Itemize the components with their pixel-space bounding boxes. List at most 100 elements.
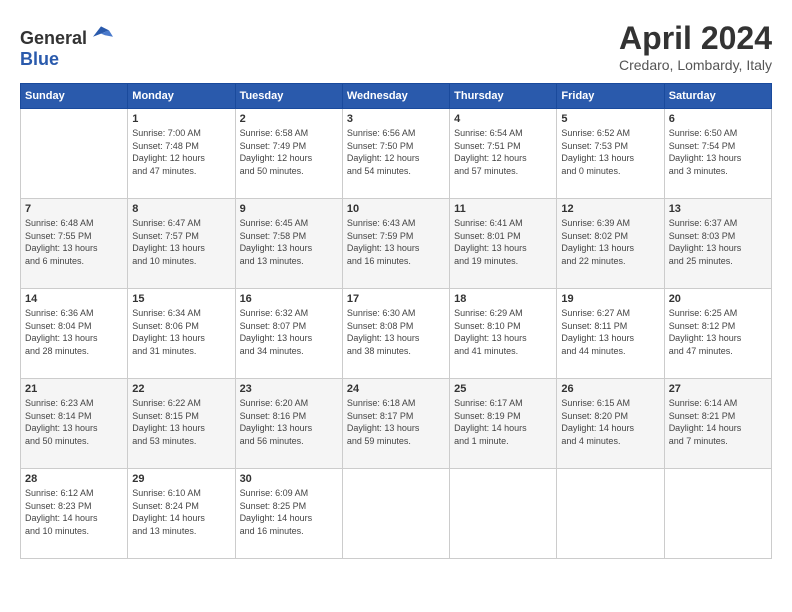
day-info: Sunrise: 6:41 AM Sunset: 8:01 PM Dayligh… (454, 217, 552, 267)
day-info: Sunrise: 6:15 AM Sunset: 8:20 PM Dayligh… (561, 397, 659, 447)
day-info: Sunrise: 6:30 AM Sunset: 8:08 PM Dayligh… (347, 307, 445, 357)
calendar-cell: 6 Sunrise: 6:50 AM Sunset: 7:54 PM Daylig… (664, 109, 771, 199)
month-title: April 2024 (619, 20, 772, 57)
day-info: Sunrise: 6:47 AM Sunset: 7:57 PM Dayligh… (132, 217, 230, 267)
calendar-cell: 20 Sunrise: 6:25 AM Sunset: 8:12 PM Dayli… (664, 289, 771, 379)
calendar-cell: 22Sunrise: 6:22 AM Sunset: 8:15 PM Dayli… (128, 379, 235, 469)
calendar-week-row: 1 Sunrise: 7:00 AM Sunset: 7:48 PM Daylig… (21, 109, 772, 199)
calendar-cell: 2 Sunrise: 6:58 AM Sunset: 7:49 PM Daylig… (235, 109, 342, 199)
day-info: Sunrise: 6:23 AM Sunset: 8:14 PM Dayligh… (25, 397, 123, 447)
calendar-cell: 8Sunrise: 6:47 AM Sunset: 7:57 PM Daylig… (128, 199, 235, 289)
calendar-cell: 27Sunrise: 6:14 AM Sunset: 8:21 PM Dayli… (664, 379, 771, 469)
day-number: 12 (561, 203, 659, 215)
day-info: Sunrise: 6:25 AM Sunset: 8:12 PM Dayligh… (669, 307, 767, 357)
calendar-cell: 11 Sunrise: 6:41 AM Sunset: 8:01 PM Dayli… (450, 199, 557, 289)
logo-general-text: General (20, 28, 87, 48)
day-info: Sunrise: 6:29 AM Sunset: 8:10 PM Dayligh… (454, 307, 552, 357)
day-number: 14 (25, 293, 123, 305)
day-number: 28 (25, 473, 123, 485)
day-number: 4 (454, 113, 552, 125)
calendar-cell (664, 469, 771, 559)
day-info: Sunrise: 6:37 AM Sunset: 8:03 PM Dayligh… (669, 217, 767, 267)
calendar-table: SundayMondayTuesdayWednesdayThursdayFrid… (20, 83, 772, 559)
day-number: 17 (347, 293, 445, 305)
calendar-cell (450, 469, 557, 559)
calendar-cell: 29 Sunrise: 6:10 AM Sunset: 8:24 PM Dayli… (128, 469, 235, 559)
day-number: 18 (454, 293, 552, 305)
day-info: Sunrise: 6:20 AM Sunset: 8:16 PM Dayligh… (240, 397, 338, 447)
calendar-cell: 13 Sunrise: 6:37 AM Sunset: 8:03 PM Dayli… (664, 199, 771, 289)
calendar-cell: 1 Sunrise: 7:00 AM Sunset: 7:48 PM Daylig… (128, 109, 235, 199)
weekday-header-wednesday: Wednesday (342, 84, 449, 109)
day-number: 22 (132, 383, 230, 395)
weekday-header-saturday: Saturday (664, 84, 771, 109)
day-number: 19 (561, 293, 659, 305)
page-header: General Blue April 2024 Credaro, Lombard… (20, 20, 772, 73)
calendar-cell: 16Sunrise: 6:32 AM Sunset: 8:07 PM Dayli… (235, 289, 342, 379)
calendar-cell (342, 469, 449, 559)
day-info: Sunrise: 6:39 AM Sunset: 8:02 PM Dayligh… (561, 217, 659, 267)
day-number: 23 (240, 383, 338, 395)
calendar-cell: 30Sunrise: 6:09 AM Sunset: 8:25 PM Dayli… (235, 469, 342, 559)
day-info: Sunrise: 6:34 AM Sunset: 8:06 PM Dayligh… (132, 307, 230, 357)
calendar-cell: 5 Sunrise: 6:52 AM Sunset: 7:53 PM Daylig… (557, 109, 664, 199)
day-info: Sunrise: 6:14 AM Sunset: 8:21 PM Dayligh… (669, 397, 767, 447)
logo-blue-text: Blue (20, 49, 59, 69)
weekday-header-monday: Monday (128, 84, 235, 109)
day-number: 20 (669, 293, 767, 305)
calendar-cell: 15 Sunrise: 6:34 AM Sunset: 8:06 PM Dayli… (128, 289, 235, 379)
calendar-cell: 4Sunrise: 6:54 AM Sunset: 7:51 PM Daylig… (450, 109, 557, 199)
day-number: 13 (669, 203, 767, 215)
day-number: 9 (240, 203, 338, 215)
day-info: Sunrise: 6:10 AM Sunset: 8:24 PM Dayligh… (132, 487, 230, 537)
weekday-header-tuesday: Tuesday (235, 84, 342, 109)
day-info: Sunrise: 6:27 AM Sunset: 8:11 PM Dayligh… (561, 307, 659, 357)
weekday-header-sunday: Sunday (21, 84, 128, 109)
day-number: 5 (561, 113, 659, 125)
day-info: Sunrise: 6:52 AM Sunset: 7:53 PM Dayligh… (561, 127, 659, 177)
day-info: Sunrise: 6:36 AM Sunset: 8:04 PM Dayligh… (25, 307, 123, 357)
day-number: 29 (132, 473, 230, 485)
day-info: Sunrise: 6:48 AM Sunset: 7:55 PM Dayligh… (25, 217, 123, 267)
day-info: Sunrise: 6:56 AM Sunset: 7:50 PM Dayligh… (347, 127, 445, 177)
day-info: Sunrise: 6:17 AM Sunset: 8:19 PM Dayligh… (454, 397, 552, 447)
weekday-header-friday: Friday (557, 84, 664, 109)
day-number: 16 (240, 293, 338, 305)
day-info: Sunrise: 6:18 AM Sunset: 8:17 PM Dayligh… (347, 397, 445, 447)
day-number: 1 (132, 113, 230, 125)
location-text: Credaro, Lombardy, Italy (619, 57, 772, 73)
calendar-cell: 26 Sunrise: 6:15 AM Sunset: 8:20 PM Dayli… (557, 379, 664, 469)
calendar-cell: 23 Sunrise: 6:20 AM Sunset: 8:16 PM Dayli… (235, 379, 342, 469)
calendar-cell: 25Sunrise: 6:17 AM Sunset: 8:19 PM Dayli… (450, 379, 557, 469)
day-info: Sunrise: 6:09 AM Sunset: 8:25 PM Dayligh… (240, 487, 338, 537)
day-info: Sunrise: 6:45 AM Sunset: 7:58 PM Dayligh… (240, 217, 338, 267)
calendar-cell: 18 Sunrise: 6:29 AM Sunset: 8:10 PM Dayli… (450, 289, 557, 379)
calendar-cell: 19 Sunrise: 6:27 AM Sunset: 8:11 PM Dayli… (557, 289, 664, 379)
day-number: 10 (347, 203, 445, 215)
calendar-week-row: 21 Sunrise: 6:23 AM Sunset: 8:14 PM Dayli… (21, 379, 772, 469)
day-info: Sunrise: 6:50 AM Sunset: 7:54 PM Dayligh… (669, 127, 767, 177)
day-number: 26 (561, 383, 659, 395)
day-number: 7 (25, 203, 123, 215)
weekday-header-thursday: Thursday (450, 84, 557, 109)
logo-bird-icon (89, 20, 113, 44)
calendar-cell: 24 Sunrise: 6:18 AM Sunset: 8:17 PM Dayli… (342, 379, 449, 469)
calendar-cell: 21 Sunrise: 6:23 AM Sunset: 8:14 PM Dayli… (21, 379, 128, 469)
day-number: 6 (669, 113, 767, 125)
day-info: Sunrise: 7:00 AM Sunset: 7:48 PM Dayligh… (132, 127, 230, 177)
title-section: April 2024 Credaro, Lombardy, Italy (619, 20, 772, 73)
calendar-cell: 28Sunrise: 6:12 AM Sunset: 8:23 PM Dayli… (21, 469, 128, 559)
logo: General Blue (20, 20, 113, 70)
day-number: 11 (454, 203, 552, 215)
day-number: 15 (132, 293, 230, 305)
calendar-cell: 10Sunrise: 6:43 AM Sunset: 7:59 PM Dayli… (342, 199, 449, 289)
day-number: 2 (240, 113, 338, 125)
day-number: 3 (347, 113, 445, 125)
calendar-cell (21, 109, 128, 199)
logo-container: General Blue (20, 20, 113, 70)
day-info: Sunrise: 6:58 AM Sunset: 7:49 PM Dayligh… (240, 127, 338, 177)
calendar-cell (557, 469, 664, 559)
day-number: 21 (25, 383, 123, 395)
calendar-week-row: 7 Sunrise: 6:48 AM Sunset: 7:55 PM Daylig… (21, 199, 772, 289)
day-number: 24 (347, 383, 445, 395)
